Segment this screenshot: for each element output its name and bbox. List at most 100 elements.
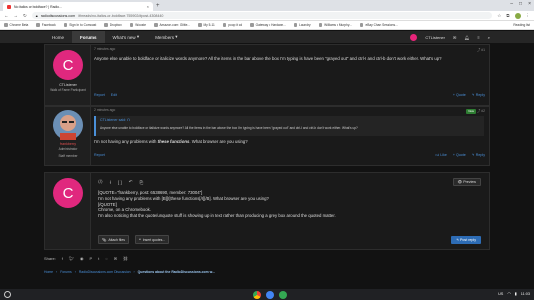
nav-whats-new-label: What's new bbox=[112, 34, 136, 40]
bookmark-item[interactable]: Laundry bbox=[293, 23, 311, 27]
breadcrumb-category[interactable]: RadioDiscussions.com Discussion bbox=[79, 270, 131, 274]
bell-icon[interactable]: 🔔︎ bbox=[464, 35, 469, 40]
breadcrumb-forums[interactable]: Forums bbox=[60, 270, 72, 274]
chevron-down-icon: ▾ bbox=[136, 34, 140, 39]
quote-icon: ❝ bbox=[138, 237, 141, 242]
address-bar[interactable]: 🔒︎ radiodiscussions.com/threads/no-itali… bbox=[31, 12, 493, 19]
forum-nav: Home Forums What's new ▾ Members ▾ CTLis… bbox=[0, 31, 534, 43]
bookmark-item[interactable]: Dropbox bbox=[104, 23, 122, 27]
post-1-username[interactable]: CTListener bbox=[45, 83, 91, 87]
minimize-icon[interactable]: – bbox=[510, 1, 513, 7]
reading-list[interactable]: Reading list bbox=[513, 23, 530, 27]
nav-members[interactable]: Members ▾ bbox=[147, 31, 185, 43]
edit-link[interactable]: Edit bbox=[111, 93, 117, 97]
bbcode-brackets-icon[interactable]: [ ] bbox=[118, 180, 122, 185]
chrome-icon[interactable] bbox=[253, 290, 261, 299]
search-icon[interactable]: ⌕ bbox=[488, 35, 490, 40]
star-icon[interactable]: ☆ bbox=[497, 13, 501, 19]
quote-body: Anyone else unable to boldface or italic… bbox=[100, 126, 358, 130]
launcher-icon[interactable] bbox=[4, 291, 11, 298]
close-tab-icon[interactable]: × bbox=[147, 4, 149, 9]
post-reply-button[interactable]: ↰ Post reply bbox=[451, 235, 481, 244]
clear-formatting-icon[interactable]: Ɨ bbox=[110, 180, 111, 185]
new-tab-icon[interactable]: + bbox=[156, 2, 160, 10]
bookmark-item[interactable]: Facebook bbox=[36, 23, 56, 27]
bookmark-item[interactable]: Sign In to Comcast bbox=[63, 23, 96, 27]
facebook-icon[interactable]: f bbox=[62, 256, 63, 261]
bookmark-label: Gateway • Hardwar... bbox=[255, 23, 286, 27]
report-link[interactable]: Report bbox=[94, 153, 105, 157]
avatar[interactable]: C bbox=[53, 50, 83, 80]
undo-icon[interactable]: ↶ bbox=[129, 179, 133, 185]
bookmark-item[interactable]: Amazon.com: Glitte... bbox=[154, 23, 190, 27]
quote-button[interactable]: + Quote bbox=[453, 153, 466, 157]
post-2-username[interactable]: frankberry bbox=[45, 142, 91, 146]
tumblr-icon[interactable]: t bbox=[98, 256, 99, 261]
browser-tab[interactable]: No italics or boldface? | Radio... × bbox=[3, 2, 153, 11]
system-tray[interactable]: US ◠ ▮ 11:03 bbox=[498, 291, 530, 297]
post-1: C CTListener Walk of Fame Participant 7 … bbox=[44, 44, 490, 106]
post-2-text-before: I'm not having any problems with bbox=[94, 139, 158, 144]
like-button[interactable]: 👍︎ Like bbox=[436, 153, 447, 157]
reply-icon: ↰ bbox=[456, 237, 460, 242]
nav-home[interactable]: Home bbox=[44, 31, 72, 43]
avatar[interactable] bbox=[53, 110, 83, 140]
bookmark-item[interactable]: Wooste bbox=[129, 23, 146, 27]
bookmark-item[interactable]: My 5-11 bbox=[198, 23, 215, 27]
post-2-userbox: frankberry Administrator Staff member bbox=[45, 107, 91, 165]
draft-icon[interactable]: ⎘ bbox=[140, 180, 144, 185]
reply-button[interactable]: ↰ Reply bbox=[472, 153, 485, 157]
toggle-bbcode-icon[interactable]: ⟨/⟩ bbox=[98, 179, 103, 185]
extensions-icon[interactable]: ⧉ bbox=[506, 13, 509, 18]
profile-avatar[interactable] bbox=[514, 12, 521, 19]
share-icon[interactable]: ⤴ bbox=[477, 109, 480, 113]
reply-textarea[interactable]: [QUOTE="frankberry, post: 6538690, membe… bbox=[98, 188, 481, 228]
insert-quotes-button[interactable]: ❝ Insert quotes... bbox=[134, 235, 170, 244]
menu-icon[interactable]: ⋮ bbox=[526, 13, 531, 19]
attach-files-button[interactable]: 📎︎ Attach files bbox=[98, 235, 129, 244]
close-window-icon[interactable]: × bbox=[528, 1, 531, 7]
twitter-icon[interactable]: 🐦︎ bbox=[69, 256, 74, 261]
post-1-timestamp[interactable]: 7 minutes ago bbox=[94, 47, 485, 51]
battery-icon: ▮ bbox=[514, 292, 517, 296]
reply-button[interactable]: ↰ Reply bbox=[472, 93, 485, 97]
whatsapp-icon[interactable]: ◌ bbox=[105, 256, 107, 261]
reload-icon[interactable]: ↻ bbox=[23, 13, 27, 19]
report-link[interactable]: Report bbox=[94, 93, 105, 97]
quote-header[interactable]: CTListener said: ⮉ bbox=[100, 118, 480, 122]
reply-icon: ↰ bbox=[471, 153, 475, 157]
share-icon[interactable]: ⤴ bbox=[477, 48, 480, 52]
forward-icon[interactable]: → bbox=[14, 13, 19, 18]
chevron-down-icon: ▾ bbox=[175, 34, 178, 39]
files-icon[interactable] bbox=[266, 290, 274, 299]
bookmark-item[interactable]: Gateway • Hardwar... bbox=[250, 23, 286, 27]
breadcrumb-home[interactable]: Home bbox=[44, 270, 53, 274]
user-avatar[interactable] bbox=[410, 33, 418, 41]
bookmark-item[interactable]: eBay Chan Sessions... bbox=[359, 23, 398, 27]
nav-username[interactable]: CTListener bbox=[425, 35, 445, 40]
bookmark-item[interactable]: Williams • Murphy... bbox=[318, 23, 352, 27]
reddit-icon[interactable]: ◉ bbox=[80, 256, 84, 261]
link-icon[interactable]: ⛓ bbox=[123, 256, 128, 261]
bookmark-label: eBay Chan Sessions... bbox=[365, 23, 398, 27]
maximize-icon[interactable]: □ bbox=[519, 1, 522, 7]
post-2-number[interactable]: New ⤴ #2 bbox=[466, 108, 485, 114]
site-favicon-icon bbox=[7, 4, 11, 9]
preview-button[interactable]: 👁︎ Preview bbox=[452, 178, 481, 186]
nav-forums[interactable]: Forums bbox=[72, 31, 105, 43]
pinterest-icon[interactable]: P bbox=[90, 256, 93, 261]
post-1-number[interactable]: ⤴ #1 bbox=[477, 47, 485, 52]
play-store-icon[interactable] bbox=[279, 290, 287, 299]
breadcrumb-forum[interactable]: Questions about the RadioDiscussions.com… bbox=[138, 270, 215, 274]
mail-icon[interactable]: ✉ bbox=[453, 35, 456, 40]
quote-button[interactable]: + Quote bbox=[453, 93, 466, 97]
whats-new-icon[interactable]: ≡ bbox=[477, 35, 479, 40]
bookmark-favicon-icon bbox=[4, 23, 8, 27]
bookmark-item[interactable]: poop it cd bbox=[222, 23, 242, 27]
post-2-timestamp[interactable]: 2 minutes ago bbox=[94, 108, 485, 112]
post-2-actions: Report 👍︎ Like + Quote ↰ Reply bbox=[94, 153, 485, 157]
bookmark-item[interactable]: Chrome Beta bbox=[4, 23, 28, 27]
nav-whats-new[interactable]: What's new ▾ bbox=[105, 31, 148, 43]
back-icon[interactable]: ← bbox=[4, 13, 9, 18]
email-icon[interactable]: ✉ bbox=[114, 256, 117, 261]
